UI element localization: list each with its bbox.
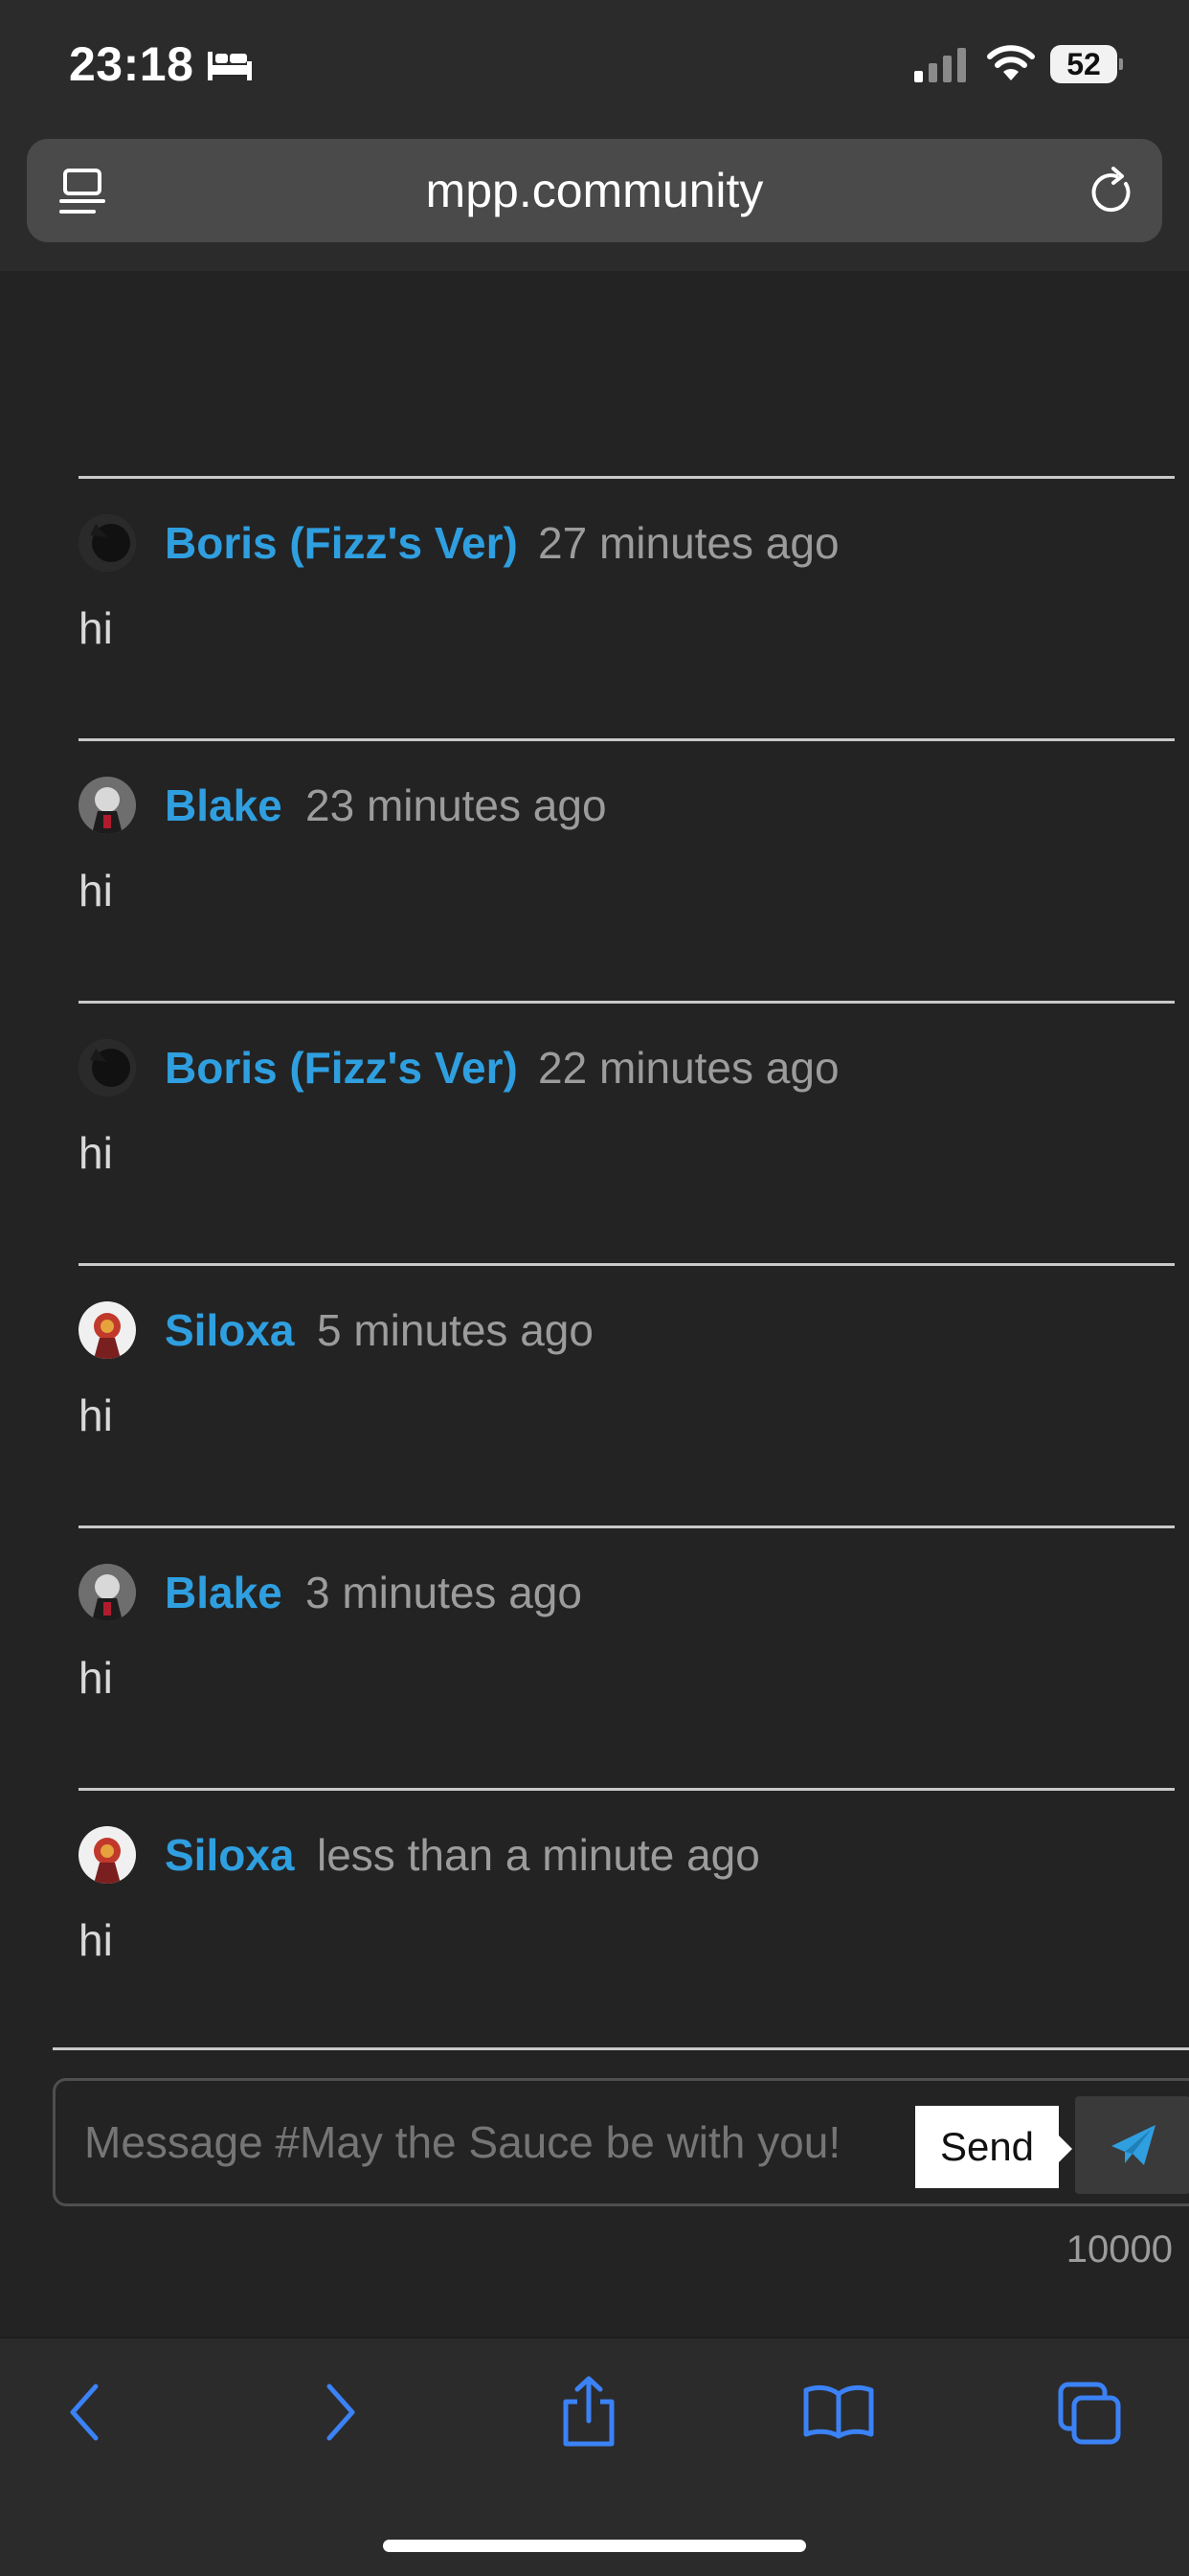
timestamp: 23 minutes ago bbox=[305, 780, 607, 830]
message-feed[interactable]: Boris (Fizz's Ver) 27 minutes ago hi Bla… bbox=[0, 271, 1189, 2062]
avatar[interactable] bbox=[79, 1301, 136, 1359]
address-bar[interactable]: mpp.community bbox=[27, 139, 1162, 242]
username[interactable]: Boris (Fizz's Ver) bbox=[165, 514, 518, 572]
message-input[interactable] bbox=[84, 2081, 908, 2203]
signal-icon bbox=[914, 48, 966, 82]
forward-icon[interactable] bbox=[322, 2379, 360, 2446]
timestamp: 3 minutes ago bbox=[305, 1568, 582, 1617]
avatar[interactable] bbox=[79, 514, 136, 572]
paper-plane-icon bbox=[1111, 2125, 1155, 2165]
browser-toolbar: mpp.community bbox=[0, 129, 1189, 271]
message-item: Siloxa less than a minute ago hi bbox=[79, 1790, 1179, 2050]
home-indicator bbox=[383, 2540, 806, 2552]
bed-icon bbox=[208, 52, 252, 80]
timestamp: 5 minutes ago bbox=[317, 1305, 594, 1355]
avatar[interactable] bbox=[79, 1039, 136, 1096]
composer-divider bbox=[53, 2047, 1189, 2050]
avatar[interactable] bbox=[79, 777, 136, 834]
message-composer: Send bbox=[53, 2078, 1189, 2206]
avatar[interactable] bbox=[79, 1826, 136, 1884]
message-item: Blake 23 minutes ago hi bbox=[79, 740, 1179, 1001]
timestamp: 22 minutes ago bbox=[538, 1043, 840, 1093]
send-button[interactable] bbox=[1075, 2096, 1189, 2194]
message-item: Siloxa 5 minutes ago hi bbox=[79, 1265, 1179, 1525]
username[interactable]: Siloxa bbox=[165, 1301, 295, 1359]
wifi-icon bbox=[987, 45, 1035, 80]
bookmarks-icon[interactable] bbox=[802, 2383, 875, 2440]
message-text: hi bbox=[79, 603, 113, 653]
share-icon[interactable] bbox=[558, 2375, 619, 2448]
message-text: hi bbox=[79, 1390, 113, 1440]
browser-bottom-bar bbox=[0, 2337, 1189, 2576]
username[interactable]: Blake bbox=[165, 1564, 282, 1621]
message-text: hi bbox=[79, 866, 113, 915]
status-time: 23:18 bbox=[69, 37, 194, 91]
tooltip-arrow bbox=[1059, 2135, 1072, 2162]
tabs-icon[interactable] bbox=[1057, 2381, 1124, 2448]
username[interactable]: Blake bbox=[165, 777, 282, 834]
url-text: mpp.community bbox=[425, 164, 764, 217]
message-text: hi bbox=[79, 1128, 113, 1178]
message-text: hi bbox=[79, 1653, 113, 1703]
char-count: 10000 bbox=[1066, 2228, 1173, 2271]
username[interactable]: Boris (Fizz's Ver) bbox=[165, 1039, 518, 1096]
status-bar: 23:18 52 bbox=[0, 0, 1189, 129]
message-item: Blake 3 minutes ago hi bbox=[79, 1527, 1179, 1788]
message-text: hi bbox=[79, 1915, 113, 1965]
battery-icon: 52 bbox=[1050, 45, 1123, 83]
avatar[interactable] bbox=[79, 1564, 136, 1621]
battery-level: 52 bbox=[1066, 47, 1101, 81]
send-tooltip: Send bbox=[915, 2106, 1059, 2188]
timestamp: 27 minutes ago bbox=[538, 518, 840, 568]
timestamp: less than a minute ago bbox=[317, 1830, 760, 1880]
message-item: Boris (Fizz's Ver) 22 minutes ago hi bbox=[79, 1003, 1179, 1263]
username[interactable]: Siloxa bbox=[165, 1826, 295, 1884]
reload-icon[interactable] bbox=[1088, 167, 1135, 216]
message-item: Boris (Fizz's Ver) 27 minutes ago hi bbox=[79, 478, 1179, 738]
back-icon[interactable] bbox=[65, 2379, 103, 2446]
